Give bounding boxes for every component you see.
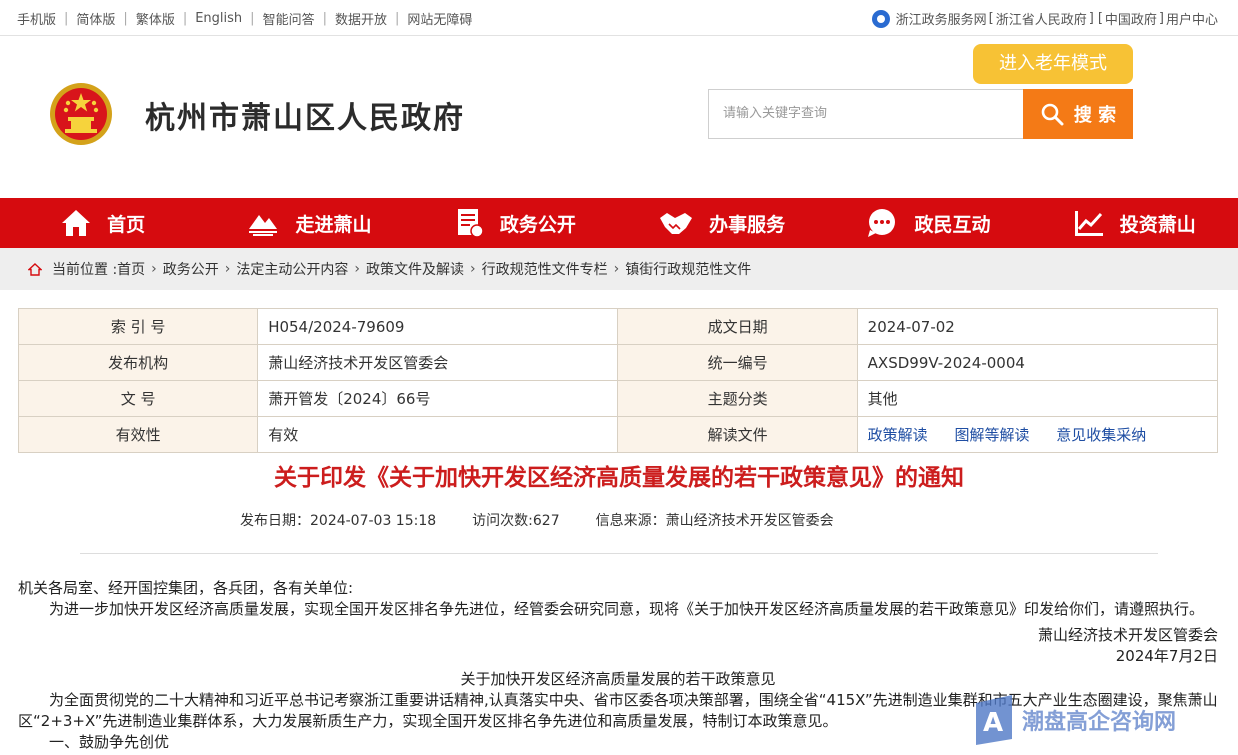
publisher-value: 萧山经济技术开发区管委会 [257, 344, 619, 381]
top-bar: 手机版 | 简体版 | 繁体版 | English | 智能问答 | 数据开放 | 网站无障… [0, 0, 1238, 36]
document-icon [457, 209, 484, 238]
breadcrumb-prefix: 当前位置 : [52, 262, 118, 278]
sign-date: 2024年7月2日 [1115, 647, 1218, 665]
nav-invest[interactable]: 投资萧山 [1032, 198, 1238, 248]
smart-qa-link[interactable]: 智能问答 [263, 9, 315, 28]
chart-up-icon [1074, 211, 1103, 236]
publish-date: 发布日期：2024-07-03 15:18 [240, 513, 437, 529]
nav-gov-affairs[interactable]: 政务公开 [413, 198, 619, 248]
nav-services[interactable]: 办事服务 [619, 198, 825, 248]
accessibility-link[interactable]: 网站无障碍 [407, 9, 472, 28]
topic-label: 主题分类 [617, 380, 858, 417]
watermark: A 潮盘高企咨询网 [972, 690, 1232, 750]
table-row: 文 号 萧开管发〔2024〕66号 主题分类 其他 [17, 380, 1219, 417]
table-row: 有效性 有效 解读文件 政策解读 图解等解读 意见收集采纳 [17, 416, 1219, 453]
graphic-interpretation-link[interactable]: 图解等解读 [954, 426, 1029, 444]
topic-value: 其他 [856, 380, 1219, 417]
unified-number-label: 统一编号 [617, 344, 858, 381]
zj-gov-logo-icon [871, 9, 890, 28]
province-gov-link[interactable]: 浙江省人民政府 [996, 9, 1087, 28]
salutation: 机关各局室、经开国控集团，各兵团，各有关单位: [18, 579, 354, 597]
index-number-value: H054/2024-79609 [257, 308, 619, 345]
draft-date-label: 成文日期 [617, 308, 858, 345]
breadcrumb-item[interactable]: 法定主动公开内容 [236, 259, 348, 279]
table-row: 发布机构 萧山经济技术开发区管委会 统一编号 AXSD99V-2024-0004 [17, 344, 1219, 381]
elder-mode-button[interactable]: 进入老年模式 [973, 44, 1133, 84]
mobile-link[interactable]: 手机版 [17, 9, 56, 28]
breadcrumb-item[interactable]: 政务公开 [163, 259, 219, 279]
article-title: 关于印发《关于加快开发区经济高质量发展的若干政策意见》的通知 [274, 465, 964, 491]
publisher-label: 发布机构 [17, 344, 259, 381]
nav-home[interactable]: 首页 [0, 198, 206, 248]
search-icon [1041, 103, 1064, 126]
interpretation-label: 解读文件 [617, 416, 858, 453]
nav-about[interactable]: 走进萧山 [206, 198, 412, 248]
breadcrumb-item[interactable]: 行政规范性文件专栏 [482, 259, 608, 279]
validity-label: 有效性 [17, 416, 259, 453]
breadcrumb: 当前位置 : 首页 › 政务公开 › 法定主动公开内容 › 政策文件及解读 › 行政规范… [0, 248, 1238, 290]
breadcrumb-item[interactable]: 镇街行政规范性文件 [625, 259, 751, 279]
breadcrumb-item[interactable]: 首页 [117, 259, 145, 279]
landscape-icon [249, 215, 278, 236]
breadcrumb-item[interactable]: 政策文件及解读 [366, 259, 464, 279]
paragraph: 为进一步加快开发区经济高质量发展，实现全国开发区排名争先进位，经管委会研究同意，… [49, 600, 1205, 618]
signer: 萧山经济技术开发区管委会 [1037, 626, 1218, 644]
search-button[interactable]: 搜 索 [1023, 89, 1133, 139]
policy-subtitle: 关于加快开发区经济高质量发展的若干政策意见 [460, 670, 776, 688]
table-row: 索 引 号 H054/2024-79609 成文日期 2024-07-02 [17, 308, 1219, 345]
national-emblem-icon [50, 83, 112, 145]
watermark-text: 潮盘高企咨询网 [1022, 709, 1177, 735]
simplified-link[interactable]: 简体版 [76, 9, 115, 28]
main-nav: 首页 走进萧山 政务公开 办事服务 政民互动 投资萧山 [0, 198, 1238, 248]
interpretation-links: 政策解读 图解等解读 意见收集采纳 [856, 416, 1219, 453]
opinion-collection-link[interactable]: 意见收集采纳 [1056, 426, 1146, 444]
central-gov-link[interactable]: 中国政府 [1105, 9, 1157, 28]
english-link[interactable]: English [195, 11, 242, 26]
chat-icon [868, 209, 896, 237]
top-right-links: 浙江政务服务网 [浙江省人民政府] [中国政府] 用户中心 [871, 9, 1218, 28]
validity-value: 有效 [257, 416, 619, 453]
nav-interaction[interactable]: 政民互动 [825, 198, 1031, 248]
svg-text:A: A [983, 708, 1003, 738]
policy-interpretation-link[interactable]: 政策解读 [868, 426, 928, 444]
doc-number-label: 文 号 [17, 380, 259, 417]
site-header: 杭州市萧山区人民政府 进入老年模式 请输入关键字查询 搜 索 [0, 37, 1238, 197]
traditional-link[interactable]: 繁体版 [136, 9, 175, 28]
user-center-link[interactable]: 用户中心 [1166, 9, 1218, 28]
site-title: 杭州市萧山区人民政府 [145, 101, 465, 136]
watermark-logo-icon: A [976, 695, 1012, 745]
index-number-label: 索 引 号 [17, 308, 259, 345]
visit-count: 访问次数:627 [472, 513, 560, 529]
open-data-link[interactable]: 数据开放 [335, 9, 387, 28]
home-icon [62, 210, 91, 236]
article-meta: 发布日期：2024-07-03 15:18 访问次数:627 信息来源：萧山经济… [240, 510, 870, 530]
breadcrumb-home-icon [28, 262, 42, 276]
draft-date-value: 2024-07-02 [856, 308, 1219, 345]
divider [80, 553, 1158, 554]
search-button-label: 搜 索 [1073, 105, 1117, 126]
handshake-icon [660, 213, 693, 234]
top-links: 手机版 | 简体版 | 繁体版 | English | 智能问答 | 数据开放 | 网站无障… [17, 9, 473, 28]
document-info-table: 索 引 号 H054/2024-79609 成文日期 2024-07-02 发布… [17, 308, 1219, 453]
doc-number-value: 萧开管发〔2024〕66号 [257, 380, 619, 417]
unified-number-value: AXSD99V-2024-0004 [856, 344, 1219, 381]
zj-portal-link[interactable]: 浙江政务服务网 [896, 9, 987, 28]
info-source: 信息来源：萧山经济技术开发区管委会 [595, 513, 834, 529]
search-input[interactable]: 请输入关键字查询 [708, 89, 1024, 139]
